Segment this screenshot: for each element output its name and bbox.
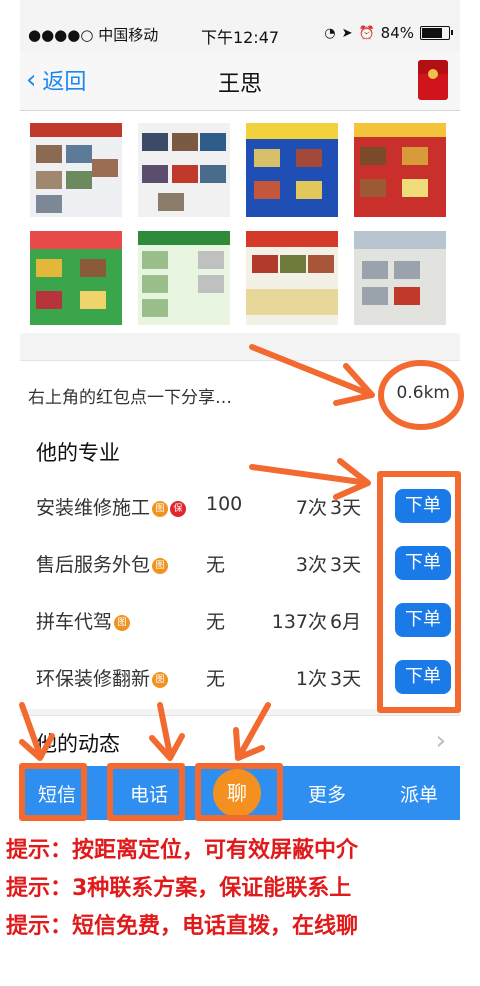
- profession-name: 环保装修翻新图: [36, 664, 169, 691]
- insured-badge-icon: 保: [170, 500, 187, 517]
- photo-thumbnail[interactable]: [138, 231, 230, 325]
- profession-price: 无: [206, 611, 226, 633]
- section-heading: 他的专业: [36, 441, 120, 465]
- share-hint-text: 右上角的红包点一下分享…: [28, 388, 232, 408]
- photo-thumbnail[interactable]: [354, 231, 446, 325]
- profession-price: 无: [206, 668, 226, 690]
- profession-row: 售后服务外包图 无 3次 3天 下单: [20, 536, 460, 592]
- chevron-right-icon: ›: [435, 726, 446, 756]
- battery-percent: 84%: [380, 24, 414, 42]
- profession-row: 安装维修施工图保 100 7次 3天 下单: [20, 479, 460, 535]
- profession-name: 售后服务外包图: [36, 550, 169, 577]
- dispatch-button[interactable]: 派单: [400, 780, 438, 807]
- photo-thumbnail[interactable]: [246, 123, 338, 217]
- tips-block: 提示：按距离定位，可有效屏蔽中介 提示：3种联系方案，保证能联系上 提示：短信免…: [0, 832, 480, 946]
- profession-row: 环保装修翻新图 无 1次 3天 下单: [20, 650, 460, 706]
- photo-thumbnail[interactable]: [246, 231, 338, 325]
- dynamics-row[interactable]: 他的动态 ›: [20, 715, 460, 766]
- phone-screen: ●●●●○ 中国移动 下午12:47 ◔ ➤ ⏰ 84% ‹ 返回 王思 右上角…: [20, 0, 460, 820]
- phone-button[interactable]: 电话: [130, 780, 168, 807]
- location-row[interactable]: 右上角的红包点一下分享… 0.6km: [20, 360, 460, 424]
- profession-name: 安装维修施工图保: [36, 493, 187, 520]
- profession-price: 100: [206, 493, 243, 515]
- wifi-icon: ◔: [324, 25, 336, 41]
- dynamics-label: 他的动态: [36, 732, 120, 756]
- photo-thumbnail[interactable]: [138, 123, 230, 217]
- status-right: ◔ ➤ ⏰ 84%: [324, 24, 453, 42]
- image-badge-icon: 图: [114, 614, 131, 631]
- photo-thumbnail[interactable]: [30, 123, 122, 217]
- profession-count: 7次: [295, 497, 327, 519]
- tip-line: 提示：短信免费，电话直拨，在线聊: [6, 914, 359, 939]
- photo-thumbnail[interactable]: [30, 231, 122, 325]
- profession-duration: 3天: [330, 668, 362, 690]
- tip-line: 提示：3种联系方案，保证能联系上: [6, 876, 352, 901]
- distance-value: 0.6km: [396, 383, 450, 403]
- order-button[interactable]: 下单: [395, 546, 451, 580]
- image-badge-icon: 图: [152, 671, 169, 688]
- sms-button[interactable]: 短信: [38, 780, 76, 807]
- alarm-icon: ⏰: [358, 25, 375, 41]
- battery-icon: [420, 26, 453, 40]
- profession-duration: 3天: [330, 554, 362, 576]
- order-button[interactable]: 下单: [395, 489, 451, 523]
- page-title: 王思: [217, 72, 262, 97]
- red-packet-icon[interactable]: [418, 60, 448, 100]
- status-bar: ●●●●○ 中国移动 下午12:47 ◔ ➤ ⏰ 84%: [20, 18, 460, 52]
- photo-grid: [20, 111, 460, 333]
- profession-duration: 3天: [330, 497, 362, 519]
- profession-section: 他的专业 安装维修施工图保 100 7次 3天 下单 售后服务外包图 无 3次 …: [20, 423, 460, 709]
- chat-button[interactable]: 聊: [213, 769, 261, 817]
- profession-name: 拼车代驾图: [36, 607, 131, 634]
- bottom-action-bar: 短信 电话 聊 更多 派单: [20, 766, 460, 820]
- navigation-bar: ‹ 返回 王思: [20, 52, 460, 111]
- profession-count: 3次: [295, 554, 327, 576]
- more-button[interactable]: 更多: [308, 780, 346, 807]
- photo-thumbnail[interactable]: [354, 123, 446, 217]
- order-button[interactable]: 下单: [395, 603, 451, 637]
- profession-count: 1次: [295, 668, 327, 690]
- location-arrow-icon: ➤: [341, 25, 353, 41]
- order-button[interactable]: 下单: [395, 660, 451, 694]
- tip-line: 提示：按距离定位，可有效屏蔽中介: [6, 838, 359, 863]
- image-badge-icon: 图: [152, 500, 169, 517]
- image-badge-icon: 图: [152, 557, 169, 574]
- profession-row: 拼车代驾图 无 137次 6月 下单: [20, 593, 460, 649]
- profession-count: 137次: [271, 611, 327, 633]
- profession-duration: 6月: [330, 611, 362, 633]
- profession-price: 无: [206, 554, 226, 576]
